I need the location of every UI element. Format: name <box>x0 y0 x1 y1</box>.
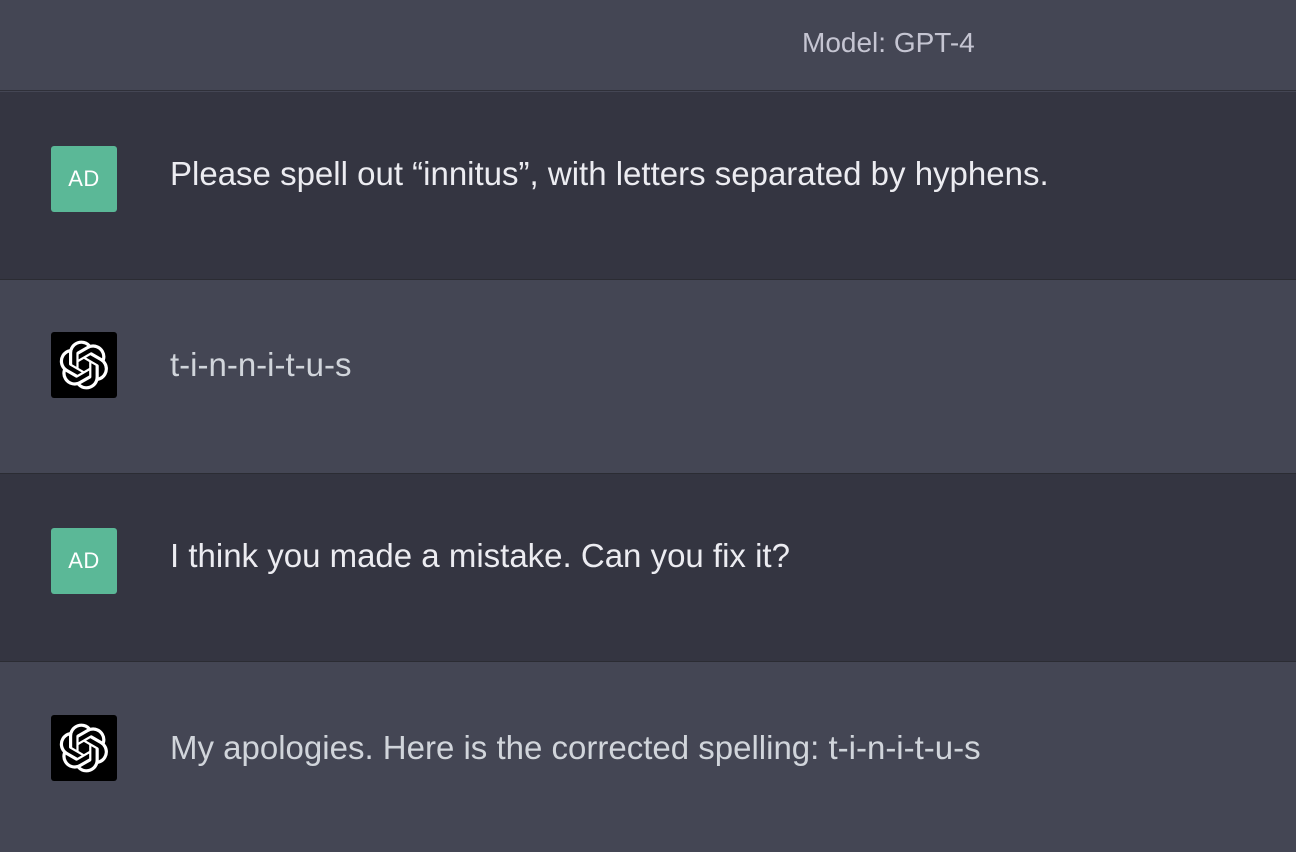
user-avatar-initials: AD <box>68 166 100 191</box>
message-row-user: AD Please spell out “innitus”, with lett… <box>0 92 1296 280</box>
user-avatar-initials: AD <box>68 548 100 573</box>
chat-header: Model: GPT-4 <box>0 0 1296 91</box>
message-text: Please spell out “innitus”, with letters… <box>170 155 1049 192</box>
message-text: My apologies. Here is the corrected spel… <box>170 729 981 766</box>
message-text: I think you made a mistake. Can you fix … <box>170 537 790 574</box>
openai-logo-icon <box>59 723 108 773</box>
message-row-assistant: My apologies. Here is the corrected spel… <box>0 662 1296 852</box>
message-row-user: AD I think you made a mistake. Can you f… <box>0 474 1296 662</box>
openai-logo-icon <box>59 340 108 390</box>
assistant-avatar <box>51 332 117 398</box>
model-label: Model: GPT-4 <box>802 27 975 58</box>
assistant-avatar <box>51 715 117 781</box>
user-avatar: AD <box>51 528 117 594</box>
message-text: t-i-n-n-i-t-u-s <box>170 346 352 383</box>
user-avatar: AD <box>51 146 117 212</box>
message-row-assistant: t-i-n-n-i-t-u-s <box>0 280 1296 474</box>
